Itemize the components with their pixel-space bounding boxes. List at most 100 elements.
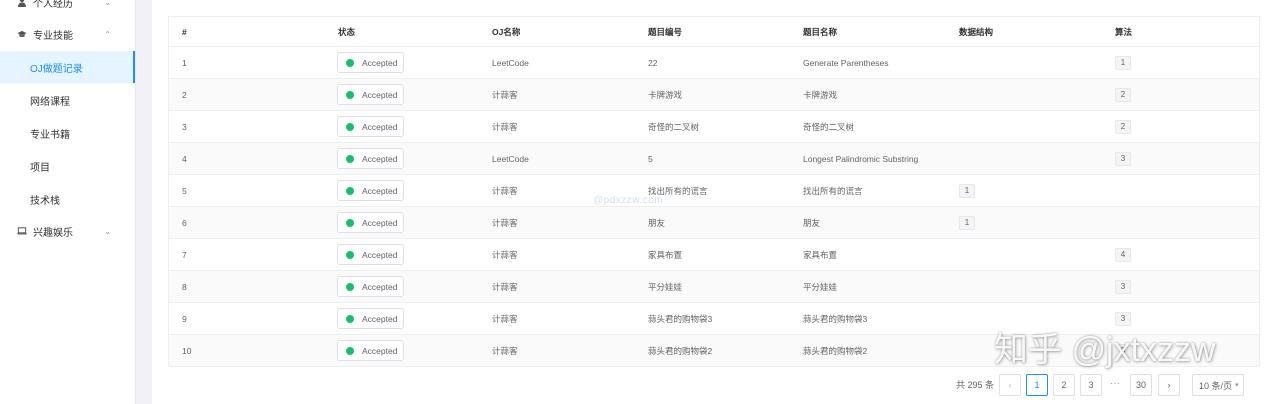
status-badge: Accepted [337,340,404,361]
laptop-icon [17,226,27,236]
status-badge: Accepted [337,276,404,297]
algorithm-tag: 4 [1115,248,1131,262]
cell-problem-id: 5 [648,154,653,164]
sidebar-item-label: 项目 [30,162,50,174]
sidebar-item-projects[interactable]: 项目 [0,150,135,182]
chevron-down-icon: ⌄ [104,226,111,236]
cell-index: 1 [182,58,187,68]
cell-index: 6 [182,218,187,228]
table-row[interactable]: 2 Accepted 计蒜客 卡牌游戏 卡牌游戏 2 [169,79,1259,111]
page-size-select[interactable]: 10 条/页 ▾ [1192,374,1244,396]
cell-problem-name: Longest Palindromic Substring [803,154,919,164]
algorithm-tag: 3 [1115,280,1131,294]
data-structure-tag: 1 [959,184,975,198]
cell-oj-name: 计蒜客 [492,218,518,228]
pagination-prev-button[interactable]: ‹ [999,374,1021,396]
cell-oj-name: 计蒜客 [492,186,518,196]
cell-oj-name: 计蒜客 [492,282,518,292]
graduation-cap-icon [17,29,27,39]
table-row[interactable]: 3 Accepted 计蒜客 奇怪的二叉树 奇怪的二叉树 2 [169,111,1259,143]
cell-index: 7 [182,250,187,260]
sidebar-item-label: OJ做题记录 [30,63,83,75]
status-text: Accepted [362,249,398,260]
pagination-next-button[interactable]: › [1158,374,1180,396]
status-dot-icon [346,58,354,67]
status-dot-icon [346,186,354,195]
user-icon [17,0,27,7]
column-header-index[interactable]: # [182,17,187,47]
status-dot-icon [346,90,354,99]
cell-index: 2 [182,90,187,100]
table-row[interactable]: 4 Accepted LeetCode 5 Longest Palindromic Su… [169,143,1259,175]
column-header-problem-id[interactable]: 题目编号 [648,17,682,47]
status-text: Accepted [362,153,398,164]
table-row[interactable]: 5 Accepted 计蒜客 找出所有的谎言 找出所有的谎言 1 [169,175,1259,207]
status-text: Accepted [362,217,398,228]
cell-oj-name: LeetCode [492,58,529,68]
sidebar-item-label: 专业书籍 [30,129,70,141]
cell-oj-name: 计蒜客 [492,122,518,132]
cell-index: 3 [182,122,187,132]
status-badge: Accepted [337,308,404,329]
cell-problem-name: 蒜头君的购物袋3 [803,314,868,324]
status-badge: Accepted [337,116,404,137]
status-dot-icon [346,314,354,323]
cell-problem-name: 卡牌游戏 [803,90,838,100]
sidebar-item-oj-records[interactable]: OJ做题记录 [0,51,135,83]
cell-problem-id: 蒜头君的购物袋3 [648,314,713,324]
column-header-status[interactable]: 状态 [338,17,355,47]
pagination-page-2[interactable]: 2 [1053,374,1075,396]
sidebar-item-online-courses[interactable]: 网络课程 [0,84,135,116]
oj-records-table: # 状态 OJ名称 题目编号 题目名称 数据结构 算法 1 Accepted Lee… [168,16,1260,367]
cell-problem-name: 朋友 [803,218,821,228]
cell-index: 10 [182,346,192,356]
cell-problem-id: 卡牌游戏 [648,90,683,100]
status-text: Accepted [362,121,398,132]
table-row[interactable]: 7 Accepted 计蒜客 家具布置 家具布置 4 [169,239,1259,271]
watermark-center: @pdxzzw.com [593,195,664,206]
sidebar: 个人经历 ⌄ 专业技能 ⌃ OJ做题记录 网络课程 专业书籍 项目 技术栈 兴趣… [0,0,136,404]
sidebar-group-experience[interactable]: 个人经历 ⌄ [0,0,135,18]
status-badge: Accepted [337,52,404,73]
status-dot-icon [346,346,354,355]
algorithm-tag: 2 [1115,120,1131,134]
pagination-page-1[interactable]: 1 [1026,374,1048,396]
cell-problem-name: 平分娃娃 [803,282,838,292]
status-badge: Accepted [337,180,404,201]
cell-problem-name: 找出所有的谎言 [803,186,863,196]
cell-problem-id: 22 [648,58,658,68]
chevron-down-icon: ⌄ [104,0,111,7]
cell-problem-name: 奇怪的二叉树 [803,122,855,132]
cell-problem-name: Generate Parentheses [803,58,889,68]
status-dot-icon [346,154,354,163]
cell-oj-name: LeetCode [492,154,529,164]
sidebar-item-label: 技术栈 [30,195,60,207]
algorithm-tag: 3 [1115,152,1131,166]
status-dot-icon [346,218,354,227]
cell-problem-id: 家具布置 [648,250,683,260]
status-badge: Accepted [337,244,404,265]
column-header-oj[interactable]: OJ名称 [492,17,520,47]
sidebar-group-skills[interactable]: 专业技能 ⌃ [0,18,135,50]
status-text: Accepted [362,57,398,68]
sidebar-group-hobby[interactable]: 兴趣娱乐 ⌄ [0,215,135,247]
cell-oj-name: 计蒜客 [492,250,518,260]
table-header: # 状态 OJ名称 题目编号 题目名称 数据结构 算法 [169,17,1259,47]
cell-oj-name: 计蒜客 [492,346,518,356]
sidebar-item-books[interactable]: 专业书籍 [0,117,135,149]
chevron-down-icon: ▾ [1235,382,1239,389]
table-row[interactable]: 1 Accepted LeetCode 22 Generate Parentheses 1 [169,47,1259,79]
pagination-page-last[interactable]: 30 [1130,374,1152,396]
pagination-ellipsis[interactable]: ··· [1110,374,1120,396]
column-header-data-structure[interactable]: 数据结构 [959,17,993,47]
column-header-algorithm[interactable]: 算法 [1115,17,1132,47]
sidebar-item-tech-stack[interactable]: 技术栈 [0,183,135,215]
column-header-problem-name[interactable]: 题目名称 [803,17,837,47]
status-badge: Accepted [337,212,404,233]
table-row[interactable]: 6 Accepted 计蒜客 朋友 朋友 1 [169,207,1259,239]
cell-oj-name: 计蒜客 [492,314,518,324]
status-text: Accepted [362,345,398,356]
table-row[interactable]: 8 Accepted 计蒜客 平分娃娃 平分娃娃 3 [169,271,1259,303]
cell-problem-id: 奇怪的二叉树 [648,122,700,132]
pagination-page-3[interactable]: 3 [1080,374,1102,396]
